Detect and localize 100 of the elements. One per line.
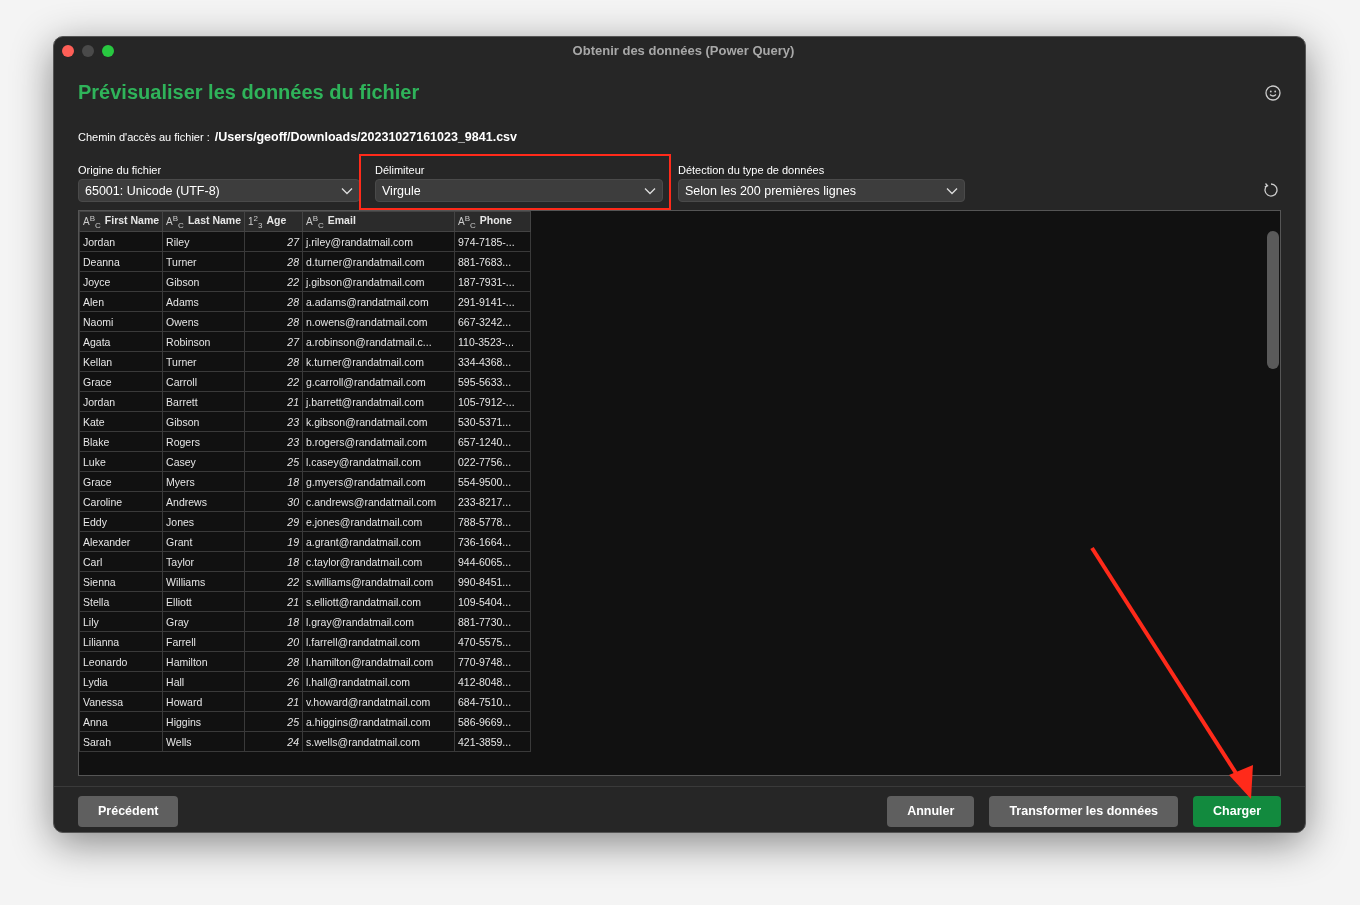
table-cell: 28 xyxy=(244,251,303,272)
table-cell: 23 xyxy=(244,411,303,432)
table-cell: Kellan xyxy=(79,351,163,372)
field-label: Origine du fichier xyxy=(78,164,163,176)
table-cell: a.robinson@randatmail.c... xyxy=(302,331,455,352)
table-cell: g.myers@randatmail.com xyxy=(302,471,455,492)
table-cell: Lily xyxy=(79,611,163,632)
table-cell: 022-7756... xyxy=(454,451,531,472)
table-cell: 554-9500... xyxy=(454,471,531,492)
table-cell: Wells xyxy=(162,731,245,752)
table-cell: s.wells@randatmail.com xyxy=(302,731,455,752)
dialog-button[interactable]: Précédent xyxy=(78,795,179,827)
table-cell: c.andrews@randatmail.com xyxy=(302,491,455,512)
table-cell: Riley xyxy=(162,231,245,252)
column-name: Phone xyxy=(479,214,512,227)
table-cell: 28 xyxy=(244,311,303,332)
table-cell: Jones xyxy=(162,511,245,532)
table-cell: g.carroll@randatmail.com xyxy=(302,371,455,392)
table-cell: Lilianna xyxy=(79,631,163,652)
table-cell: 736-1664... xyxy=(454,531,531,552)
file-path-label: Chemin d'accès au fichier : xyxy=(78,131,210,143)
dropdown[interactable]: Selon les 200 premières lignes xyxy=(678,179,965,202)
table-cell: Myers xyxy=(162,471,245,492)
table-cell: Casey xyxy=(162,451,245,472)
table-cell: 530-5371... xyxy=(454,411,531,432)
table-cell: 21 xyxy=(244,691,303,712)
column-header[interactable]: A$^{B}$$_{C}$ Phone xyxy=(454,211,531,232)
table-cell: Hall xyxy=(162,671,245,692)
table-cell: l.gray@randatmail.com xyxy=(302,611,455,632)
table-cell: Agata xyxy=(79,331,163,352)
table-cell: Carroll xyxy=(162,371,245,392)
table-cell: 22 xyxy=(244,271,303,292)
table-cell: 990-8451... xyxy=(454,571,531,592)
dropdown[interactable]: 65001: Unicode (UTF-8) xyxy=(78,179,360,202)
table-cell: 109-5404... xyxy=(454,591,531,612)
table-cell: Taylor xyxy=(162,551,245,572)
table-cell: Rogers xyxy=(162,431,245,452)
table-cell: 421-3859... xyxy=(454,731,531,752)
table-cell: l.hamilton@randatmail.com xyxy=(302,651,455,672)
smiley-icon[interactable] xyxy=(1265,84,1281,101)
table-cell: 586-9669... xyxy=(454,711,531,732)
table-cell: 470-5575... xyxy=(454,631,531,652)
table-cell: Farrell xyxy=(162,631,245,652)
dialog-button[interactable]: Annuler xyxy=(887,795,975,827)
table-cell: Gray xyxy=(162,611,245,632)
table-cell: 684-7510... xyxy=(454,691,531,712)
chevron-icon xyxy=(341,186,353,195)
table-cell: 944-6065... xyxy=(454,551,531,572)
table-cell: 334-4368... xyxy=(454,351,531,372)
zoom-button[interactable] xyxy=(102,44,114,57)
table-cell: Andrews xyxy=(162,491,245,512)
column-header[interactable]: A$^{B}$$_{C}$ First Name xyxy=(79,211,163,232)
table-cell: Kate xyxy=(79,411,163,432)
table-cell: Grant xyxy=(162,531,245,552)
column-name: Email xyxy=(327,214,356,227)
scrollbar-thumb[interactable] xyxy=(1267,231,1279,369)
table-cell: Stella xyxy=(79,591,163,612)
table-cell: 25 xyxy=(244,451,303,472)
dialog-button[interactable]: Charger xyxy=(1193,795,1281,827)
table-cell: 657-1240... xyxy=(454,431,531,452)
table-cell: j.gibson@randatmail.com xyxy=(302,271,455,292)
table-cell: Lydia xyxy=(79,671,163,692)
page-heading: Prévisualiser les données du fichier xyxy=(78,81,420,104)
table-cell: l.farrell@randatmail.com xyxy=(302,631,455,652)
column-name: Last Name xyxy=(187,214,241,227)
table-cell: Adams xyxy=(162,291,245,312)
column-header[interactable]: A$^{B}$$_{C}$ Email xyxy=(302,211,455,232)
column-header[interactable]: 1$^{2}$$_{3}$ Age xyxy=(244,211,303,232)
table-cell: 30 xyxy=(244,491,303,512)
chevron-icon xyxy=(946,186,958,195)
table-cell: 29 xyxy=(244,511,303,532)
dialog-button[interactable]: Transformer les données xyxy=(989,795,1179,827)
dropdown[interactable]: Virgule xyxy=(375,179,663,202)
table-cell: Turner xyxy=(162,251,245,272)
table-cell: d.turner@randatmail.com xyxy=(302,251,455,272)
table-cell: 25 xyxy=(244,711,303,732)
column-header[interactable]: A$^{B}$$_{C}$ Last Name xyxy=(162,211,245,232)
close-button[interactable] xyxy=(62,44,74,57)
table-cell: Naomi xyxy=(79,311,163,332)
table-cell: 24 xyxy=(244,731,303,752)
field-label: Délimiteur xyxy=(375,164,426,176)
table-cell: a.grant@randatmail.com xyxy=(302,531,455,552)
table-cell: Vanessa xyxy=(79,691,163,712)
table-cell: Alexander xyxy=(79,531,163,552)
table-cell: 881-7730... xyxy=(454,611,531,632)
table-cell: j.riley@randatmail.com xyxy=(302,231,455,252)
table-cell: Jordan xyxy=(79,231,163,252)
table-cell: Turner xyxy=(162,351,245,372)
table-cell: 26 xyxy=(244,671,303,692)
table-cell: Joyce xyxy=(79,271,163,292)
table-cell: Higgins xyxy=(162,711,245,732)
table-cell: e.jones@randatmail.com xyxy=(302,511,455,532)
table-cell: a.higgins@randatmail.com xyxy=(302,711,455,732)
refresh-icon[interactable] xyxy=(1263,182,1279,198)
table-cell: k.gibson@randatmail.com xyxy=(302,411,455,432)
table-cell: k.turner@randatmail.com xyxy=(302,351,455,372)
table-cell: 187-7931-... xyxy=(454,271,531,292)
table-cell: 21 xyxy=(244,391,303,412)
table-cell: c.taylor@randatmail.com xyxy=(302,551,455,572)
table-cell: j.barrett@randatmail.com xyxy=(302,391,455,412)
